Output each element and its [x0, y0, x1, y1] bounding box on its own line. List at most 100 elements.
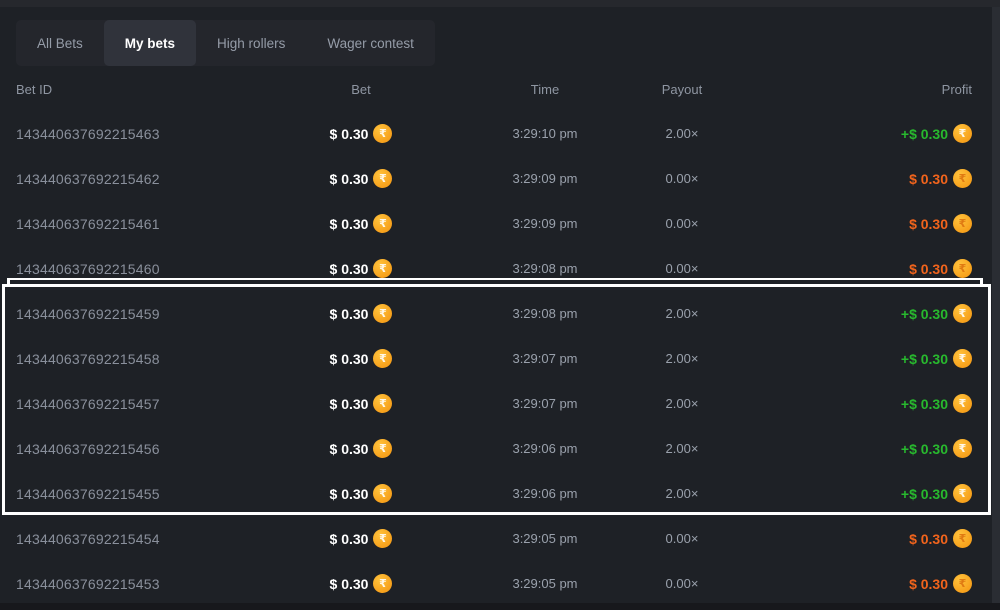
rupee-coin-icon: ₹ [373, 439, 392, 458]
profit-amount: +$ 0.30 [901, 306, 948, 322]
rupee-coin-icon: ₹ [953, 169, 972, 188]
bet-amount: $ 0.30 [330, 306, 369, 322]
rupee-coin-icon: ₹ [373, 304, 392, 323]
profit-amount: $ 0.30 [909, 576, 948, 592]
rupee-coin-icon: ₹ [953, 394, 972, 413]
payout-cell: 2.00× [654, 441, 710, 456]
bet-cell: $ 0.30₹ [286, 439, 436, 458]
profit-amount: +$ 0.30 [901, 396, 948, 412]
bet-amount: $ 0.30 [330, 126, 369, 142]
tab-all-bets[interactable]: All Bets [16, 20, 104, 66]
bottom-edge-strip [0, 603, 1000, 610]
table-row[interactable]: 143440637692215455$ 0.30₹3:29:06 pm2.00×… [0, 471, 1000, 516]
bet-cell: $ 0.30₹ [286, 304, 436, 323]
column-header-time: Time [436, 82, 654, 97]
profit-amount: $ 0.30 [909, 171, 948, 187]
table-row[interactable]: 143440637692215453$ 0.30₹3:29:05 pm0.00×… [0, 561, 1000, 606]
bet-id-cell: 143440637692215455 [16, 486, 286, 502]
bet-cell: $ 0.30₹ [286, 574, 436, 593]
bet-cell: $ 0.30₹ [286, 349, 436, 368]
time-cell: 3:29:05 pm [436, 531, 654, 546]
column-header-bet-id: Bet ID [16, 82, 286, 97]
profit-amount: $ 0.30 [909, 531, 948, 547]
bet-id-cell: 143440637692215454 [16, 531, 286, 547]
rupee-coin-icon: ₹ [373, 349, 392, 368]
rupee-coin-icon: ₹ [373, 529, 392, 548]
rupee-coin-icon: ₹ [373, 484, 392, 503]
column-header-payout: Payout [654, 82, 710, 97]
table-row[interactable]: 143440637692215462$ 0.30₹3:29:09 pm0.00×… [0, 156, 1000, 201]
rupee-coin-icon: ₹ [373, 169, 392, 188]
bet-id-cell: 143440637692215461 [16, 216, 286, 232]
table-row[interactable]: 143440637692215458$ 0.30₹3:29:07 pm2.00×… [0, 336, 1000, 381]
bet-id-cell: 143440637692215453 [16, 576, 286, 592]
bet-amount: $ 0.30 [330, 396, 369, 412]
table-row[interactable]: 143440637692215463 $ 0.30₹3:29:10 pm2.00×… [0, 111, 1000, 156]
top-edge-strip [0, 0, 1000, 7]
rupee-coin-icon: ₹ [953, 439, 972, 458]
time-cell: 3:29:06 pm [436, 486, 654, 501]
bet-amount: $ 0.30 [330, 171, 369, 187]
profit-cell: +$ 0.30₹ [710, 124, 972, 143]
bet-amount: $ 0.30 [330, 576, 369, 592]
rupee-coin-icon: ₹ [373, 214, 392, 233]
bet-cell: $ 0.30₹ [286, 529, 436, 548]
rupee-coin-icon: ₹ [953, 349, 972, 368]
time-cell: 3:29:05 pm [436, 576, 654, 591]
bet-amount: $ 0.30 [330, 351, 369, 367]
bet-cell: $ 0.30₹ [286, 394, 436, 413]
profit-cell: $ 0.30 ₹ [710, 169, 972, 188]
time-cell: 3:29:10 pm [436, 126, 654, 141]
payout-cell: 2.00× [654, 396, 710, 411]
scrollbar-track[interactable] [992, 7, 1000, 603]
rupee-coin-icon: ₹ [373, 259, 392, 278]
rupee-coin-icon: ₹ [953, 304, 972, 323]
rupee-coin-icon: ₹ [953, 484, 972, 503]
bet-id-cell: 143440637692215458 [16, 351, 286, 367]
table-row[interactable]: 143440637692215459$ 0.30₹3:29:08 pm2.00×… [0, 291, 1000, 336]
profit-amount: +$ 0.30 [901, 486, 948, 502]
table-row[interactable]: 143440637692215461$ 0.30₹3:29:09 pm0.00×… [0, 201, 1000, 246]
time-cell: 3:29:08 pm [436, 261, 654, 276]
profit-cell: +$ 0.30 ₹ [710, 349, 972, 368]
payout-cell: 2.00× [654, 351, 710, 366]
rupee-coin-icon: ₹ [953, 574, 972, 593]
profit-cell: +$ 0.30 ₹ [710, 484, 972, 503]
tab-high-rollers[interactable]: High rollers [196, 20, 306, 66]
bet-id-cell: 143440637692215459 [16, 306, 286, 322]
bet-amount: $ 0.30 [330, 531, 369, 547]
bet-cell: $ 0.30₹ [286, 169, 436, 188]
bet-id-cell: 143440637692215463 [16, 126, 286, 142]
time-cell: 3:29:07 pm [436, 351, 654, 366]
profit-cell: $ 0.30 ₹ [710, 574, 972, 593]
bet-id-cell: 143440637692215460 [16, 261, 286, 277]
bet-amount: $ 0.30 [330, 261, 369, 277]
bet-id-cell: 143440637692215456 [16, 441, 286, 457]
bet-cell: $ 0.30₹ [286, 259, 436, 278]
rupee-coin-icon: ₹ [373, 574, 392, 593]
column-header-profit: Profit [710, 82, 972, 97]
profit-amount: +$ 0.30 [901, 351, 948, 367]
rupee-coin-icon: ₹ [953, 529, 972, 548]
profit-amount: +$ 0.30 [901, 126, 948, 142]
table-row[interactable]: 143440637692215460$ 0.30₹3:29:08 pm0.00×… [0, 246, 1000, 291]
table-row[interactable]: 143440637692215454$ 0.30₹3:29:05 pm0.00×… [0, 516, 1000, 561]
rupee-coin-icon: ₹ [953, 214, 972, 233]
bet-id-cell: 143440637692215462 [16, 171, 286, 187]
time-cell: 3:29:07 pm [436, 396, 654, 411]
profit-cell: $ 0.30₹ [710, 214, 972, 233]
bet-amount: $ 0.30 [330, 441, 369, 457]
payout-cell: 0.00× [654, 576, 710, 591]
profit-cell: +$ 0.30 ₹ [710, 304, 972, 323]
profit-cell: +$ 0.30 ₹ [710, 394, 972, 413]
tab-my-bets[interactable]: My bets [104, 20, 196, 66]
tab-wager-contest[interactable]: Wager contest [306, 20, 435, 66]
profit-cell: $ 0.30 ₹ [710, 529, 972, 548]
payout-cell: 2.00× [654, 126, 710, 141]
payout-cell: 0.00× [654, 216, 710, 231]
time-cell: 3:29:08 pm [436, 306, 654, 321]
table-row[interactable]: 143440637692215456$ 0.30₹3:29:06 pm2.00×… [0, 426, 1000, 471]
profit-cell: +$ 0.30₹ [710, 439, 972, 458]
rupee-coin-icon: ₹ [373, 124, 392, 143]
table-row[interactable]: 143440637692215457$ 0.30₹3:29:07 pm2.00×… [0, 381, 1000, 426]
